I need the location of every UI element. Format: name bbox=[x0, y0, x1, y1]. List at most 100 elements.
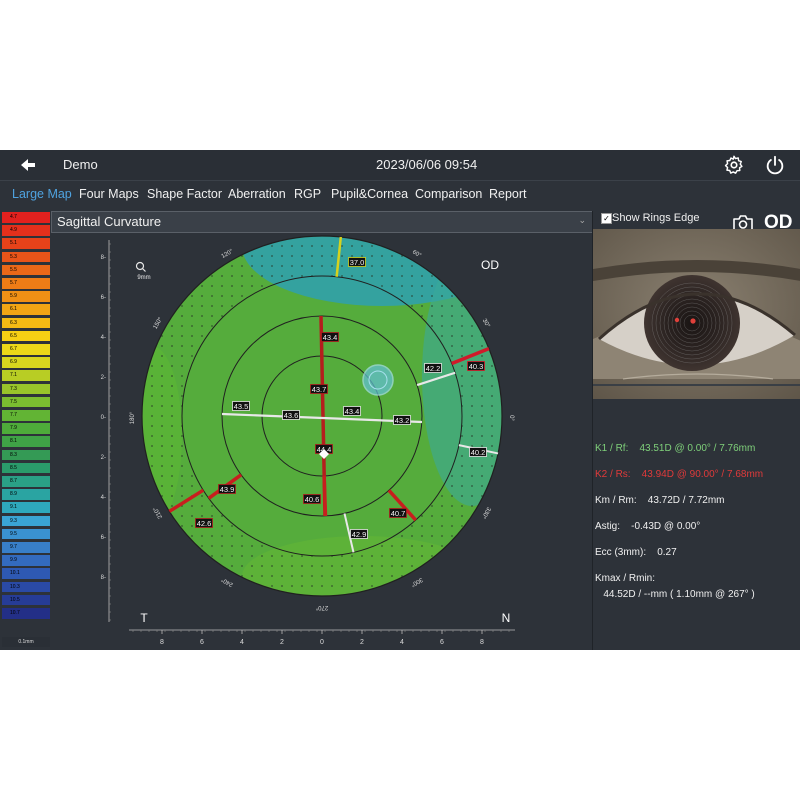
scale-cell: 6.1 bbox=[2, 304, 50, 315]
zoom-icon bbox=[135, 261, 146, 272]
scale-value: 6.3 bbox=[10, 319, 17, 326]
scale-value: 8.7 bbox=[10, 478, 17, 484]
curvature-reading: 43.9 bbox=[218, 484, 236, 494]
curvature-reading: 40.2 bbox=[469, 447, 487, 457]
scale-value: 6.5 bbox=[10, 332, 17, 339]
tab-pupil-cornea[interactable]: Pupil&Cornea bbox=[331, 187, 408, 201]
tab-shape-factor[interactable]: Shape Factor bbox=[147, 187, 222, 201]
scale-cell: 5.9 bbox=[2, 291, 50, 302]
k2-reading: K2 / Rs: 43.94D @ 90.00° / 7.68mm bbox=[595, 469, 764, 480]
tab-four-maps[interactable]: Four Maps bbox=[79, 187, 139, 201]
reading-value: 43.5 bbox=[234, 402, 249, 411]
scale-value: 10.1 bbox=[10, 570, 20, 577]
scale-value: 6.1 bbox=[10, 306, 17, 313]
scale-value: 7.5 bbox=[10, 398, 17, 405]
kmax-label: Kmax / Rmin: bbox=[595, 573, 656, 584]
scale-value: 6.7 bbox=[10, 346, 17, 352]
curvature-reading: 43.2 bbox=[393, 415, 411, 425]
scale-cell: 9.1 bbox=[2, 502, 50, 513]
curvature-reading: 43.4 bbox=[321, 332, 339, 342]
right-info-panel: ✓ Show Rings Edge K1 / Rf: 43.51D @ 0.00… bbox=[592, 211, 800, 650]
scale-value: 5.1 bbox=[10, 240, 17, 247]
axis-angle-label: 330° bbox=[480, 506, 492, 520]
tab-aberration[interactable]: Aberration bbox=[228, 187, 286, 201]
curvature-reading: 42.9 bbox=[350, 529, 368, 539]
top-bar: Demo 2023/06/06 09:54 bbox=[0, 150, 800, 181]
scale-unit: 0.1mm bbox=[2, 637, 50, 647]
reading-value: 43.4 bbox=[345, 407, 360, 416]
x-axis-tick-label: 2 bbox=[360, 639, 364, 646]
app-window: Demo 2023/06/06 09:54 Large Map Four Map… bbox=[0, 150, 800, 650]
scale-cell: 8.9 bbox=[2, 489, 50, 500]
y-axis-tick-label: 8- bbox=[101, 575, 106, 581]
scale-cell: 6.3 bbox=[2, 317, 50, 329]
tab-large-map[interactable]: Large Map bbox=[12, 187, 72, 201]
y-axis-tick-label: 2- bbox=[101, 455, 106, 461]
reading-value: 42.9 bbox=[352, 530, 367, 539]
scale-value: 5.3 bbox=[10, 253, 17, 260]
scale-value: 10.7 bbox=[10, 610, 20, 616]
scale-value: 7.7 bbox=[10, 412, 17, 418]
y-axis-tick-label: 0- bbox=[101, 415, 106, 421]
curvature-reading: 40.6 bbox=[303, 494, 321, 504]
curvature-reading: 42.2 bbox=[424, 363, 442, 373]
km-reading: Km / Rm: 43.72D / 7.72mm bbox=[595, 495, 725, 506]
y-axis-tick-label: 4- bbox=[101, 495, 106, 501]
topography-map-panel[interactable]: 37.043.442.240.343.543.643.443.243.744.4… bbox=[51, 226, 591, 650]
power-icon[interactable] bbox=[764, 154, 786, 176]
scale-value: 4.7 bbox=[10, 214, 17, 220]
show-rings-edge-checkbox[interactable]: ✓ bbox=[601, 213, 612, 224]
scale-value: 9.1 bbox=[10, 504, 17, 511]
scale-cell: 5.5 bbox=[2, 264, 50, 276]
scale-cell: 8.1 bbox=[2, 436, 50, 447]
map-type-dropdown[interactable]: Sagittal Curvature ⌄ bbox=[51, 211, 593, 233]
topography-map[interactable]: 37.043.442.240.343.543.643.443.243.744.4… bbox=[51, 226, 591, 650]
tab-rgp[interactable]: RGP bbox=[294, 187, 321, 201]
scale-cell: 7.5 bbox=[2, 396, 50, 408]
scale-value: 7.3 bbox=[10, 385, 17, 392]
scale-cell: 8.5 bbox=[2, 462, 50, 474]
temporal-label: T bbox=[140, 611, 148, 625]
scale-cell: 10.7 bbox=[2, 608, 50, 619]
scale-cell: 4.7 bbox=[2, 212, 50, 223]
scale-cell: 7.3 bbox=[2, 383, 50, 395]
scale-cell: 10.1 bbox=[2, 568, 50, 579]
scale-value: 5.5 bbox=[10, 266, 17, 273]
x-axis-tick-label: 8 bbox=[480, 639, 484, 646]
curvature-reading: 43.5 bbox=[232, 401, 250, 411]
reading-value: 43.6 bbox=[284, 411, 299, 420]
scale-cell: 6.9 bbox=[2, 357, 50, 368]
patient-name: Demo bbox=[63, 157, 98, 172]
axis-angle-label: 210° bbox=[152, 505, 164, 519]
scale-cell: 6.5 bbox=[2, 330, 50, 342]
scale-value: 6.9 bbox=[10, 359, 17, 366]
scale-value: 9.7 bbox=[10, 544, 17, 550]
map-eye-label: OD bbox=[481, 258, 499, 272]
back-arrow-icon[interactable] bbox=[18, 155, 38, 175]
scale-value: 5.9 bbox=[10, 293, 17, 300]
axis-angle-label: 240° bbox=[220, 576, 234, 588]
x-axis-tick-label: 4 bbox=[400, 639, 404, 646]
settings-gear-icon[interactable] bbox=[723, 154, 745, 176]
scale-value: 5.7 bbox=[10, 280, 17, 286]
scale-cell: 9.9 bbox=[2, 555, 50, 566]
tab-comparison[interactable]: Comparison bbox=[415, 187, 482, 201]
x-axis-tick-label: 6 bbox=[200, 639, 204, 646]
scale-cell: 4.9 bbox=[2, 225, 50, 236]
y-axis-tick-label: 6- bbox=[101, 535, 106, 541]
axis-angle-label: 270° bbox=[315, 604, 328, 610]
eye-camera-image bbox=[593, 229, 800, 399]
astig-reading: Astig: -0.43D @ 0.00° bbox=[595, 521, 701, 532]
curvature-reading: 43.7 bbox=[310, 384, 328, 394]
tab-bar: Large Map Four Maps Shape Factor Aberrat… bbox=[0, 180, 800, 233]
x-axis-tick-label: 0 bbox=[320, 639, 324, 646]
tab-report[interactable]: Report bbox=[489, 187, 527, 201]
scale-cell: 9.5 bbox=[2, 528, 50, 540]
axis-angle-label: 150° bbox=[153, 316, 165, 330]
scale-cell: 8.3 bbox=[2, 449, 50, 461]
scale-value: 9.3 bbox=[10, 517, 17, 524]
zoom-label: 9mm bbox=[137, 275, 150, 281]
scale-value: 10.5 bbox=[10, 596, 20, 603]
scale-cell: 10.5 bbox=[2, 594, 50, 606]
y-axis-tick-label: 8- bbox=[101, 255, 106, 261]
